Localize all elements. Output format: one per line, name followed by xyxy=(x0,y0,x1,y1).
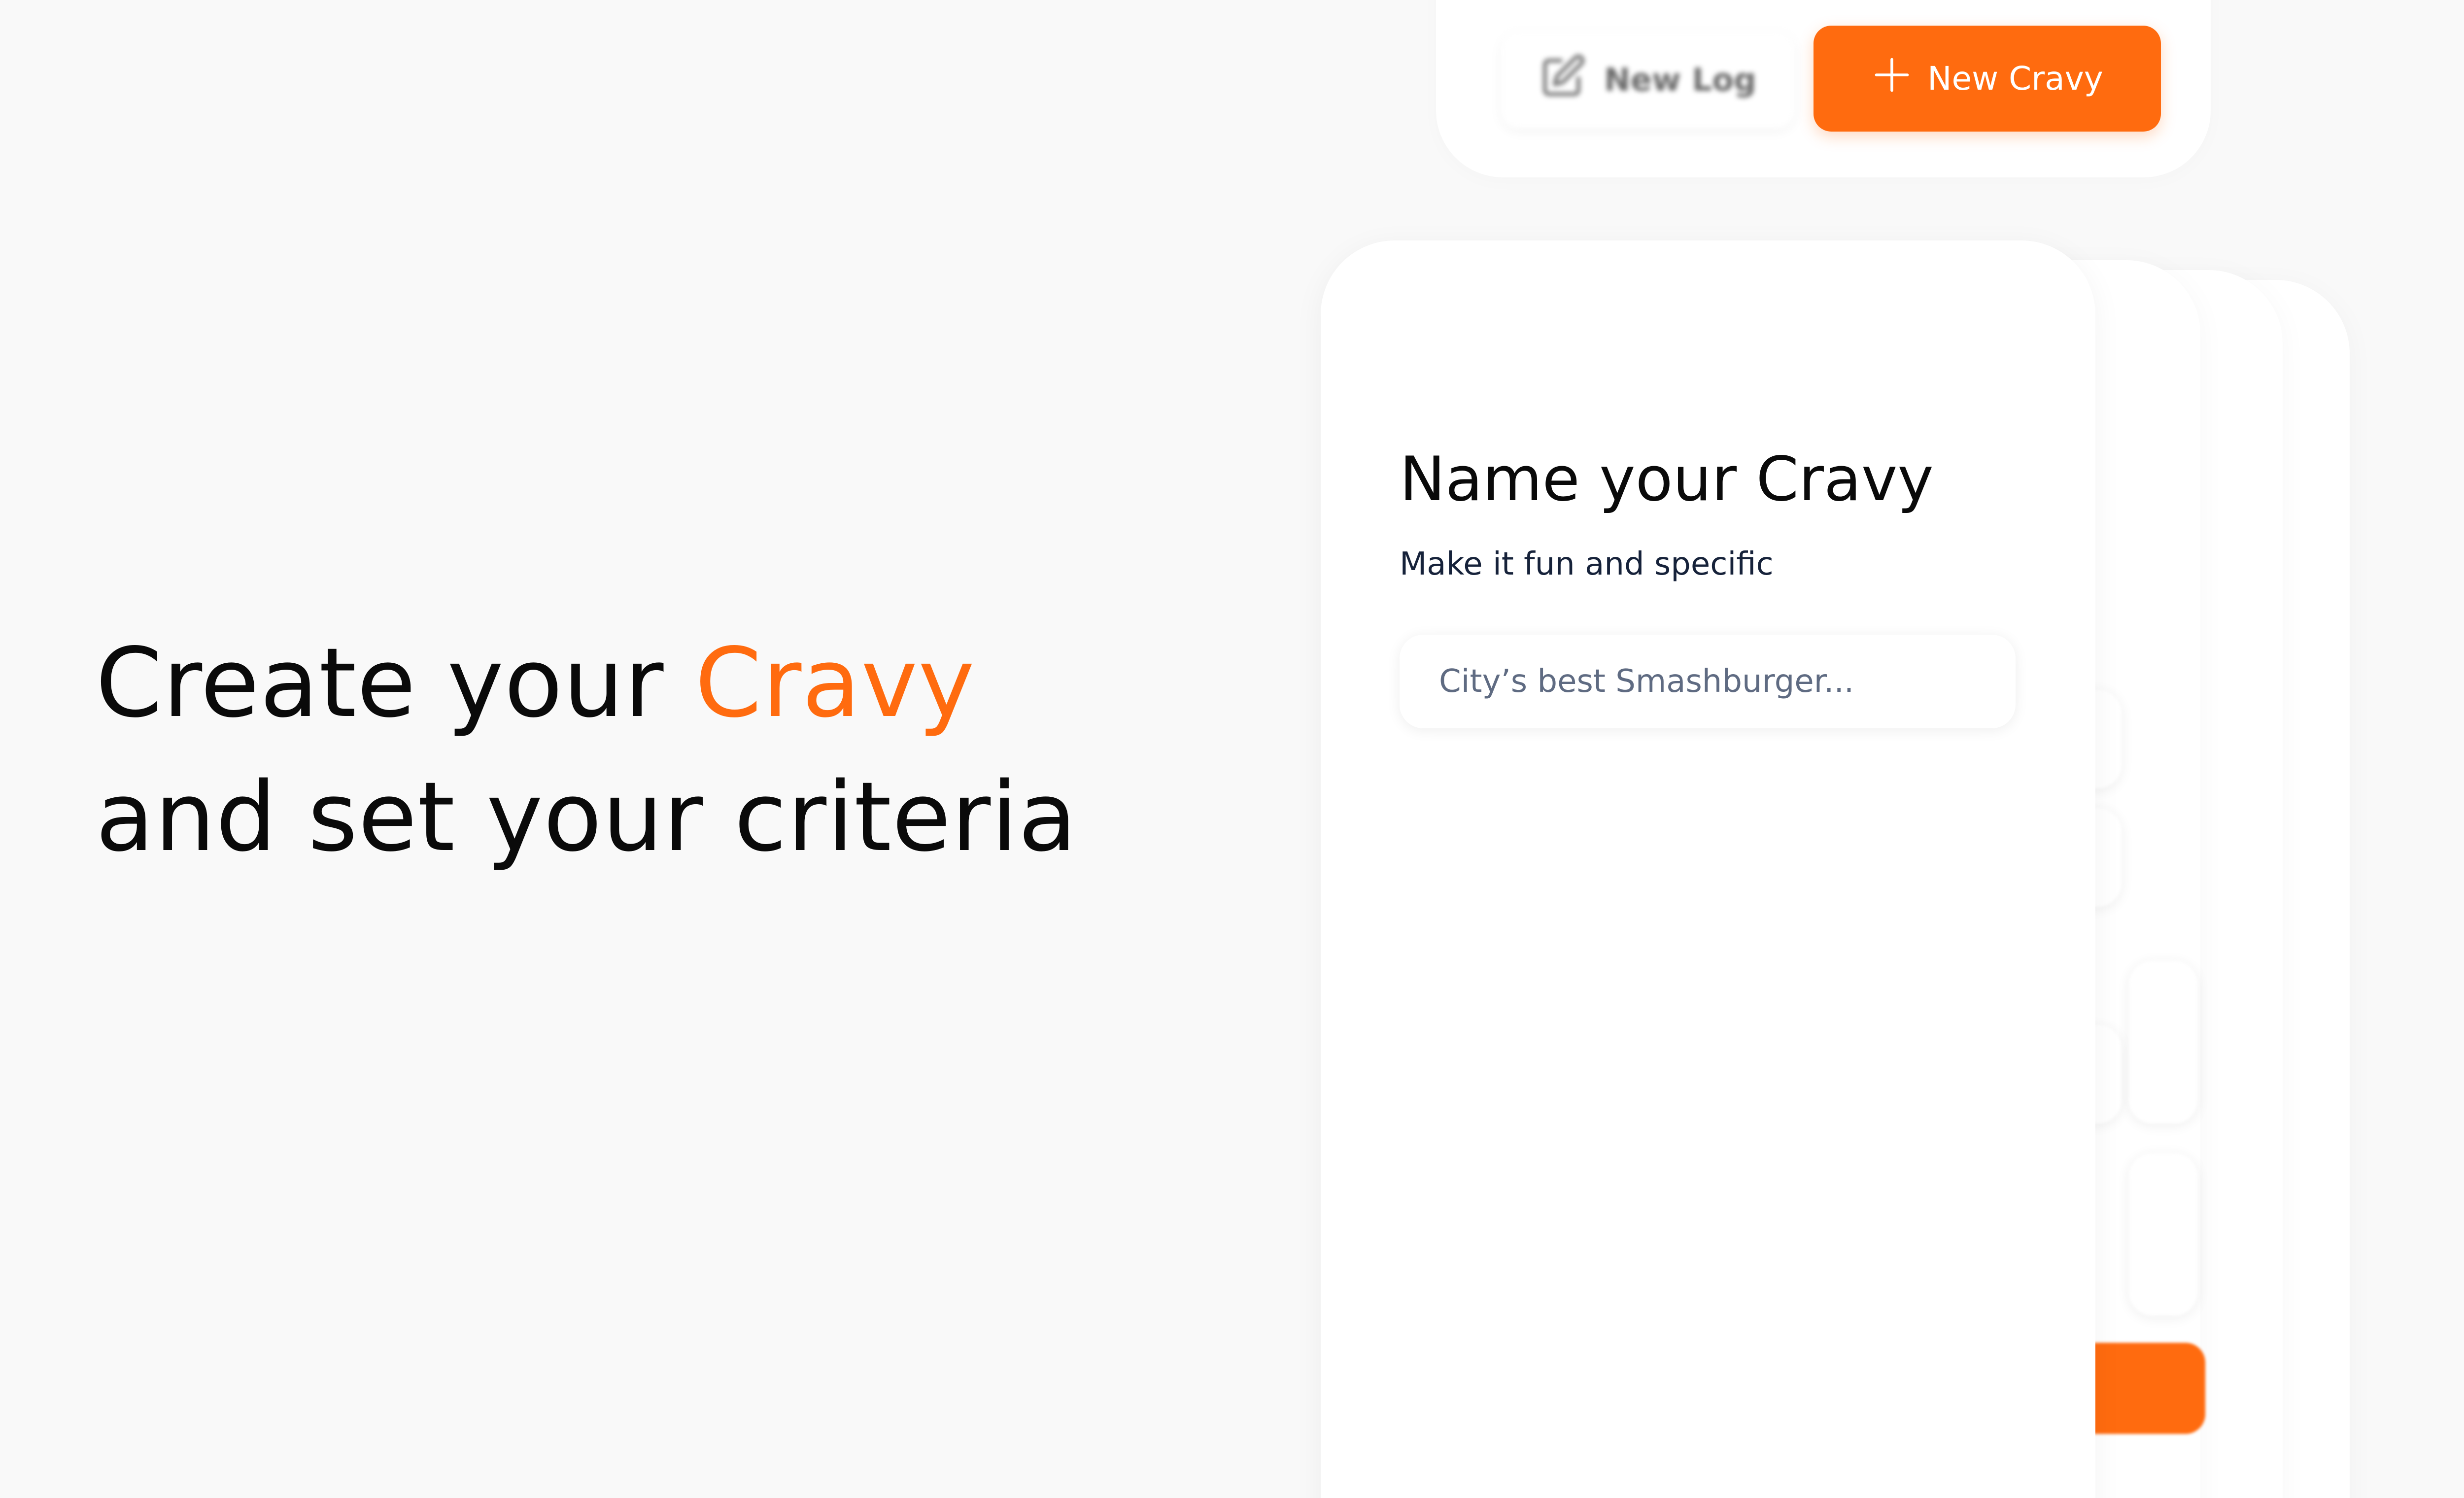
ghost-field xyxy=(2129,961,2198,1124)
card-subtitle: Make it fun and specific xyxy=(1400,546,1774,582)
new-cravy-button[interactable]: New Cravy xyxy=(1814,26,2161,132)
plus-icon xyxy=(1871,54,1913,103)
new-cravy-label: New Cravy xyxy=(1927,60,2103,98)
new-log-button[interactable]: New Log xyxy=(1501,32,1794,128)
headline-line1-prefix: Create your xyxy=(96,627,664,739)
headline: Create your Cravy and set your criteria xyxy=(96,616,1077,884)
headline-accent-word: Cravy xyxy=(695,627,975,739)
new-log-label: New Log xyxy=(1604,62,1756,99)
name-cravy-card: Name your Cravy Make it fun and specific xyxy=(1321,240,2095,1498)
headline-line2: and set your criteria xyxy=(96,761,1077,873)
ghost-field xyxy=(2129,1153,2198,1316)
edit-square-icon xyxy=(1539,53,1586,108)
card-title: Name your Cravy xyxy=(1400,444,1934,515)
cravy-name-input[interactable] xyxy=(1400,635,2016,728)
onboarding-stage: Create your Cravy and set your criteria … xyxy=(0,0,2464,1498)
